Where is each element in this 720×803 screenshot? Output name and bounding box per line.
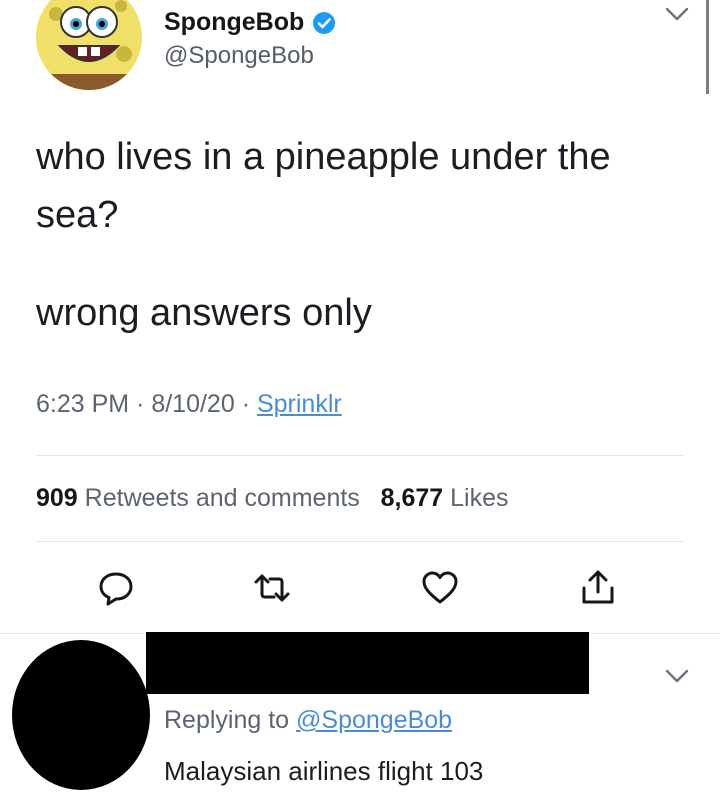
divider [36,541,684,542]
retweet-icon[interactable] [252,568,292,608]
retweets-label: Retweets and comments [84,484,360,512]
meta-separator: · [129,390,152,418]
redacted-name-bar [146,632,589,694]
author-handle[interactable]: @SpongeBob [164,42,314,70]
chevron-down-icon[interactable] [664,666,690,686]
reply-icon[interactable] [96,568,136,608]
replying-to-mention[interactable]: @SpongeBob [296,706,452,734]
heart-icon[interactable] [420,568,460,608]
scrollbar[interactable] [706,0,709,94]
likes-stat[interactable]: 8,677 Likes [381,484,509,512]
tweet-text-second-line: wrong answers only [36,292,372,334]
tweet-text: who lives in a pineapple under the sea? [36,136,611,236]
profile-avatar[interactable] [36,0,142,90]
divider [36,455,684,456]
tweet-meta: 6:23 PM · 8/10/20 · Sprinklr [36,390,342,419]
meta-separator: · [234,390,257,418]
likes-count: 8,677 [380,484,444,512]
verified-badge-icon [313,11,336,34]
tweet-stats: 909 Retweets and comments 8,677 Likes [36,484,509,513]
likes-label: Likes [450,484,509,512]
replying-prefix: Replying to [164,706,290,734]
author-display-name[interactable]: SpongeBob [164,8,304,37]
replying-to: Replying to @SpongeBob [164,706,452,735]
retweets-count: 909 [36,484,78,512]
tweet-date[interactable]: 8/10/20 [151,390,234,418]
reply-text: Malaysian airlines flight 103 [164,756,484,786]
share-icon[interactable] [578,568,618,608]
retweets-stat[interactable]: 909 Retweets and comments [36,484,360,512]
tweet-source-link[interactable]: Sprinklr [257,390,342,418]
author-name-row[interactable]: SpongeBob [164,8,336,37]
tweet-time[interactable]: 6:23 PM [36,390,129,418]
reply-avatar-redacted[interactable] [12,640,150,790]
chevron-down-icon[interactable] [664,4,690,24]
